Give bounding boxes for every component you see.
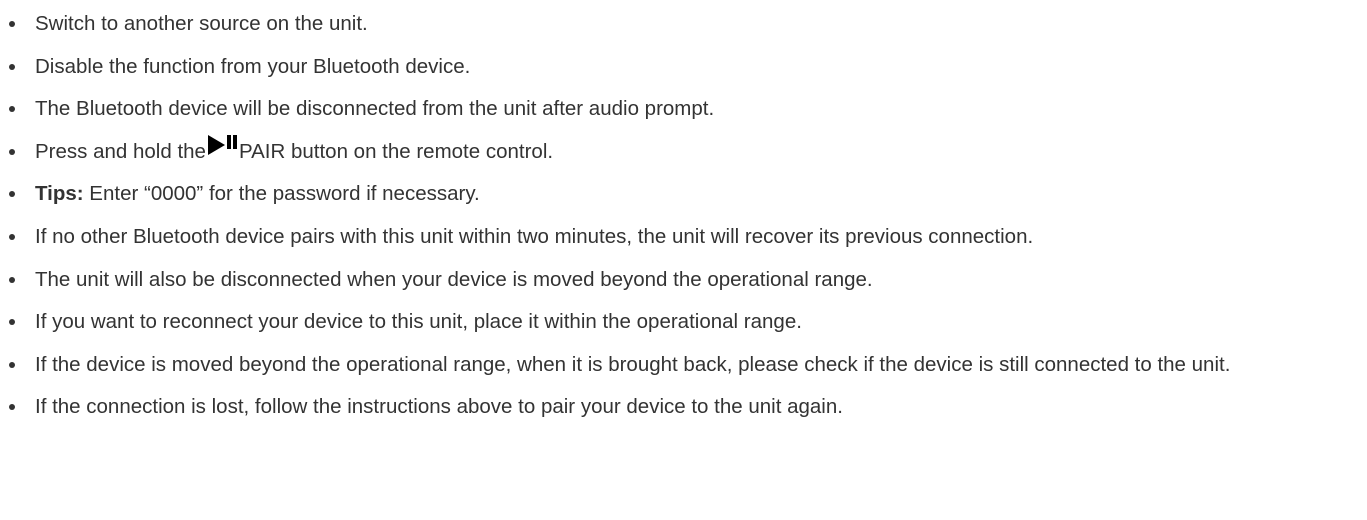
bullet-dot [9, 21, 15, 27]
list-item: Press and hold the PAIR button on the rem… [0, 134, 1367, 170]
list-item: If no other Bluetooth device pairs with … [0, 219, 1367, 255]
list-item-text-before-icon: Press and hold the [35, 139, 206, 163]
list-item-text: If no other Bluetooth device pairs with … [35, 224, 1034, 248]
list-item-text: If you want to reconnect your device to … [35, 310, 802, 334]
list-item: If the device is moved beyond the operat… [0, 347, 1367, 383]
list-item-text: The Bluetooth device will be disconnecte… [35, 97, 715, 121]
bullet-dot [9, 233, 15, 240]
list-item-text-after-icon: PAIR button on the remote control. [238, 139, 554, 163]
bullet-dot [9, 191, 15, 198]
list-item: Tips: Enter “0000” for the password if n… [0, 176, 1367, 212]
list-item-text: Switch to another source on the unit. [35, 12, 368, 35]
bullet-dot [9, 276, 15, 283]
tips-label: Tips: [35, 182, 84, 206]
list-item-text: If the connection is lost, follow the in… [35, 395, 843, 419]
list-item: Disable the function from your Bluetooth… [0, 49, 1367, 85]
bullet-dot [9, 63, 15, 70]
list-item: The Bluetooth device will be disconnecte… [0, 91, 1367, 127]
bullet-dot [9, 148, 15, 155]
bullet-dot [9, 319, 15, 326]
list-item-text: Enter “0000” for the password if necessa… [83, 182, 480, 206]
bullet-dot [9, 404, 15, 411]
document-page: Switch to another source on the unit. Di… [0, 0, 1367, 520]
list-item: Switch to another source on the unit. [0, 6, 1367, 42]
bullet-dot [9, 106, 15, 113]
play-pause-icon [206, 134, 239, 156]
list-item-text: Disable the function from your Bluetooth… [35, 54, 471, 78]
bullet-list: Switch to another source on the unit. Di… [0, 6, 1367, 432]
list-item-text: If the device is moved beyond the operat… [35, 352, 1231, 376]
bullet-dot [9, 361, 15, 368]
list-item: If you want to reconnect your device to … [0, 304, 1367, 340]
list-item-text: The unit will also be disconnected when … [35, 267, 873, 291]
list-item: If the connection is lost, follow the in… [0, 389, 1367, 425]
list-item: The unit will also be disconnected when … [0, 262, 1367, 298]
